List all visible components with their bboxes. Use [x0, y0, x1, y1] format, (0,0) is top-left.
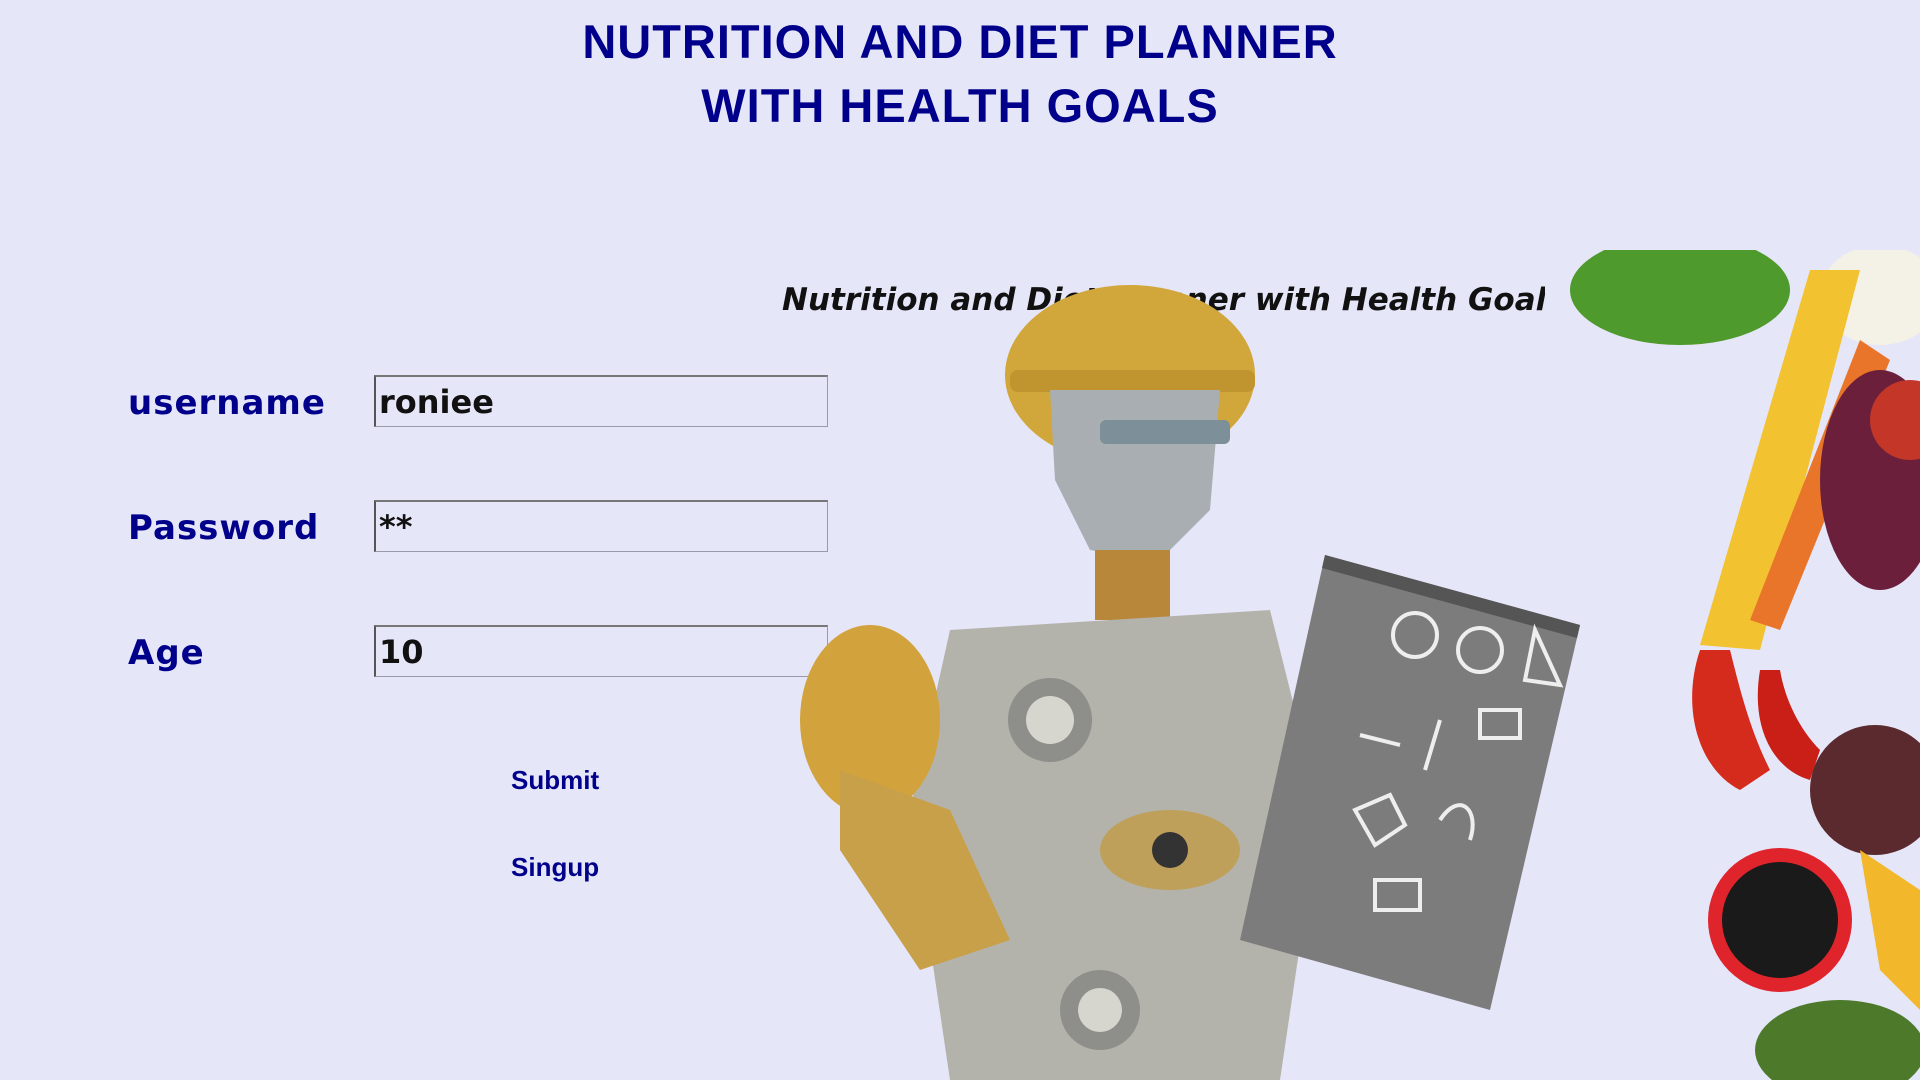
- password-input[interactable]: [374, 500, 828, 552]
- page-title: NUTRITION AND DIET PLANNER WITH HEALTH G…: [0, 10, 1920, 138]
- vegetables-icon: [1545, 250, 1920, 1080]
- password-label: Password: [128, 508, 320, 548]
- title-line-1: NUTRITION AND DIET PLANNER: [582, 15, 1338, 68]
- illustration: [800, 250, 1920, 1080]
- age-label: Age: [128, 633, 205, 673]
- submit-button[interactable]: Submit: [511, 765, 599, 796]
- title-line-2: WITH HEALTH GOALS: [701, 79, 1219, 132]
- clipboard-icon: [1240, 555, 1580, 1010]
- signup-button[interactable]: Singup: [511, 852, 599, 883]
- username-label: username: [128, 383, 326, 423]
- age-input[interactable]: [374, 625, 828, 677]
- robot-icon: [800, 285, 1320, 1080]
- username-input[interactable]: [374, 375, 828, 427]
